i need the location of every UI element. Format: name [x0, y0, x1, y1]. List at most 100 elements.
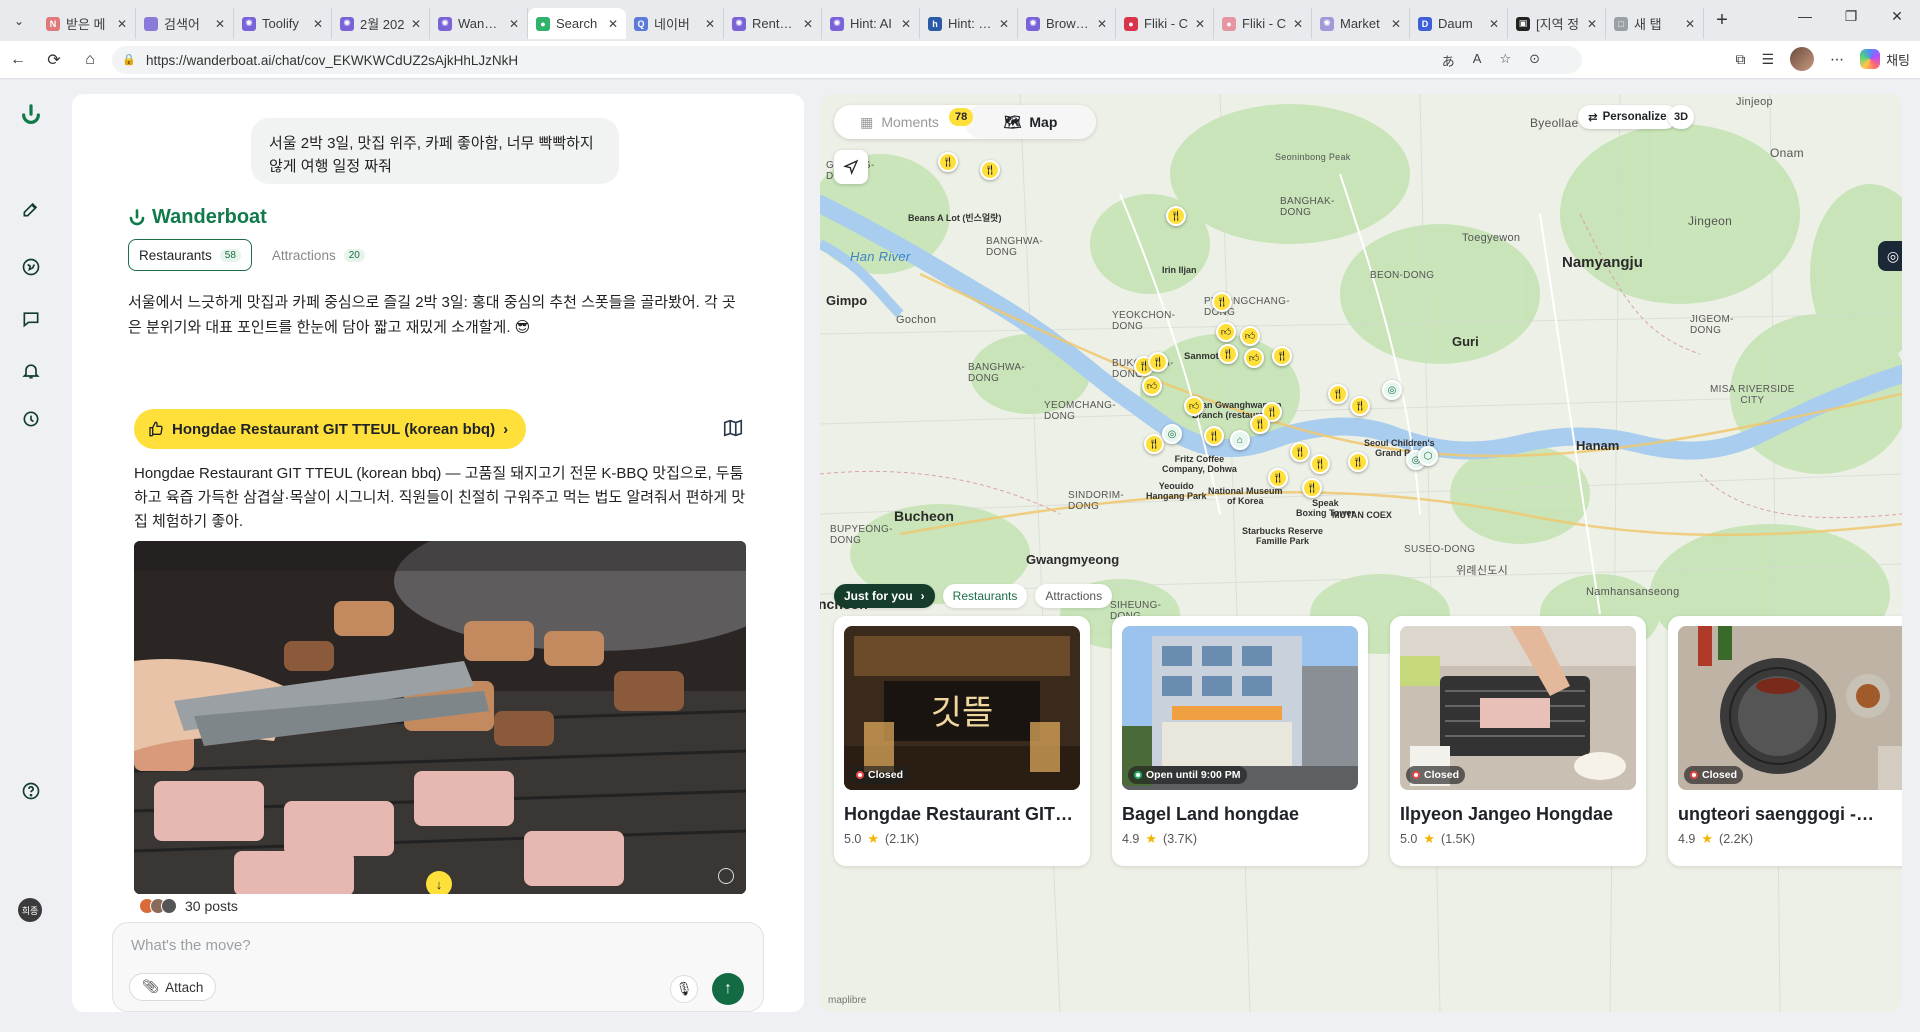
scroll-down-arrow-icon[interactable]: ↓ — [426, 871, 452, 894]
map-pin-restaurant[interactable]: 🍴︎ — [1212, 292, 1232, 312]
attach-button[interactable]: 📎︎ Attach — [129, 973, 217, 1001]
map-pin-restaurant[interactable]: 🍴︎ — [1302, 478, 1322, 498]
map-pin-restaurant[interactable]: 🍴︎ — [1250, 414, 1270, 434]
browser-tab[interactable]: ● Search ✕ — [528, 8, 626, 39]
map-pin-attraction[interactable]: ⌂ — [1230, 430, 1250, 450]
map-pin-attraction[interactable]: ◎ — [1162, 424, 1182, 444]
browser-tab[interactable]: ✺ Market ✕ — [1312, 8, 1410, 39]
personalize-button[interactable]: ⇄ Personalize — [1578, 105, 1677, 129]
tab-close-icon[interactable]: ✕ — [901, 17, 911, 31]
notifications-bell-icon[interactable] — [18, 358, 44, 384]
tab-close-icon[interactable]: ✕ — [1587, 17, 1597, 31]
read-aloud-icon[interactable]: A — [1473, 51, 1482, 70]
map-toggle[interactable]: 🗺︎ Map — [965, 105, 1096, 139]
tab-close-icon[interactable]: ✕ — [1391, 17, 1401, 31]
back-icon[interactable]: ← — [0, 45, 36, 75]
tab-close-icon[interactable]: ✕ — [803, 17, 813, 31]
map-pin-favorite[interactable]: 👍︎ — [1184, 396, 1204, 416]
close-window-button[interactable]: ✕ — [1874, 0, 1920, 32]
place-photo[interactable]: ↓ — [134, 541, 746, 894]
map-pin-favorite[interactable]: 👍︎ — [1216, 322, 1236, 342]
tab-close-icon[interactable]: ✕ — [117, 17, 127, 31]
tab-list-chevron-icon[interactable]: ⌄ — [0, 0, 38, 41]
browser-tab[interactable]: 검색어 ✕ — [136, 8, 234, 39]
map-pin-attraction[interactable]: ◎ — [1382, 380, 1402, 400]
map-pin-restaurant[interactable]: 🍴︎ — [1350, 396, 1370, 416]
reload-icon[interactable]: ⟳ — [36, 45, 72, 75]
tab-close-icon[interactable]: ✕ — [411, 17, 421, 31]
browser-tab[interactable]: ✺ 2월 202 ✕ — [332, 8, 430, 39]
more-menu-icon[interactable]: ⋯ — [1830, 51, 1844, 68]
browser-tab[interactable]: ✺ Toolify ✕ — [234, 8, 332, 39]
posts-row[interactable]: 30 posts — [139, 898, 238, 914]
tab-close-icon[interactable]: ✕ — [608, 17, 618, 31]
place-card[interactable]: Closed Ilpyeon Jangeo Hongdae 5.0 ★ (1.5K) — [1390, 616, 1646, 866]
history-icon[interactable] — [18, 406, 44, 432]
map-pin-restaurant[interactable]: 🍴︎ — [1144, 434, 1164, 454]
browser-tab[interactable]: ✺ RentAH ✕ — [724, 8, 822, 39]
browser-tab[interactable]: Q 네이버 ✕ — [626, 8, 724, 39]
new-tab-button[interactable]: + — [1704, 9, 1740, 32]
map-pin-restaurant[interactable]: 🍴︎ — [1310, 454, 1330, 474]
map-pin-restaurant[interactable]: 🍴︎ — [1290, 442, 1310, 462]
browser-tab[interactable]: ● Fliki - C ✕ — [1116, 8, 1214, 39]
moments-toggle[interactable]: ▦ Moments — [834, 105, 965, 139]
tab-close-icon[interactable]: ✕ — [999, 17, 1009, 31]
just-for-you-chip[interactable]: Just for you › — [834, 584, 935, 608]
browser-tab[interactable]: ✺ Browser ✕ — [1018, 8, 1116, 39]
map-pin-favorite[interactable]: 👍︎ — [1142, 376, 1162, 396]
tab-close-icon[interactable]: ✕ — [313, 17, 323, 31]
map-pin-restaurant[interactable]: 🍴︎ — [1328, 384, 1348, 404]
home-icon[interactable]: ⌂ — [72, 45, 108, 75]
place-card[interactable]: 깃뜰 Closed Hongdae Restaurant GIT… 5.0 ★ (2.1K… — [834, 616, 1090, 866]
browser-tab[interactable]: ✺ Wander ✕ — [430, 8, 528, 39]
show-on-map-icon[interactable] — [722, 417, 746, 441]
tab-close-icon[interactable]: ✕ — [1293, 17, 1303, 31]
favorites-icon[interactable]: ☰ — [1762, 51, 1775, 68]
side-panel-target-icon[interactable]: ◎ — [1878, 241, 1902, 271]
wanderboat-logo-icon[interactable] — [18, 102, 44, 128]
browser-tab[interactable]: h Hint: Hy ✕ — [920, 8, 1018, 39]
profile-avatar[interactable] — [1790, 47, 1815, 71]
explore-globe-icon[interactable] — [18, 254, 44, 280]
map-pin-attraction[interactable]: ⬡ — [1418, 446, 1438, 466]
tab-close-icon[interactable]: ✕ — [215, 17, 225, 31]
tab-close-icon[interactable]: ✕ — [1685, 17, 1695, 31]
map-pin-restaurant[interactable]: 🍴︎ — [1166, 206, 1186, 226]
3d-toggle-button[interactable]: 3D — [1668, 105, 1694, 129]
place-card[interactable]: Open until 9:00 PM Bagel Land hongdae 4.9 ★… — [1112, 616, 1368, 866]
my-location-button[interactable] — [834, 150, 868, 184]
map-pin-restaurant[interactable]: 🍴︎ — [1348, 452, 1368, 472]
map-pin-favorite[interactable]: 👍︎ — [1244, 348, 1264, 368]
location-icon[interactable]: ⊙ — [1529, 51, 1540, 70]
tab-restaurants[interactable]: Restaurants 58 — [128, 239, 252, 271]
favorite-star-icon[interactable]: ☆ — [1499, 51, 1511, 70]
chats-icon[interactable] — [18, 306, 44, 332]
map-pin-restaurant[interactable]: 🍴︎ — [980, 160, 1000, 180]
browser-tab[interactable]: D Daum ✕ — [1410, 8, 1508, 39]
attractions-chip[interactable]: Attractions — [1035, 584, 1113, 608]
map-pin-restaurant[interactable]: 🍴︎ — [1268, 468, 1288, 488]
map-panel[interactable]: Jinjeop Byeollae Onam Seoninbong Peak BA… — [820, 94, 1902, 1012]
microphone-icon[interactable]: 🎙︎ — [670, 975, 698, 1003]
tab-close-icon[interactable]: ✕ — [1489, 17, 1499, 31]
translate-icon[interactable]: あ — [1442, 51, 1455, 70]
map-pin-restaurant[interactable]: 🍴︎ — [1218, 344, 1238, 364]
extensions-icon[interactable]: ⧉ — [1736, 51, 1746, 68]
composer-input[interactable]: What's the move? — [131, 937, 251, 954]
browser-tab[interactable]: N 받은 메 ✕ — [38, 8, 136, 39]
maximize-button[interactable]: ❐ — [1828, 0, 1874, 32]
browser-tab[interactable]: □ 새 탭 ✕ — [1606, 8, 1704, 39]
tab-attractions[interactable]: Attractions 20 — [262, 239, 375, 271]
map-pin-restaurant[interactable]: 🍴︎ — [1204, 426, 1224, 446]
send-button[interactable]: ↑ — [712, 973, 744, 1005]
tab-close-icon[interactable]: ✕ — [509, 17, 519, 31]
help-icon[interactable] — [18, 778, 44, 804]
copilot-button[interactable]: 채팅 — [1860, 49, 1910, 69]
map-pin-restaurant[interactable]: 🍴︎ — [938, 152, 958, 172]
browser-tab[interactable]: ● Fliki - C ✕ — [1214, 8, 1312, 39]
user-avatar[interactable]: 희종 — [18, 898, 42, 922]
source-globe-icon[interactable] — [718, 868, 734, 884]
place-card[interactable]: Closed ungteori saenggogi -… 4.9 ★ (2.2K) — [1668, 616, 1902, 866]
tab-close-icon[interactable]: ✕ — [705, 17, 715, 31]
